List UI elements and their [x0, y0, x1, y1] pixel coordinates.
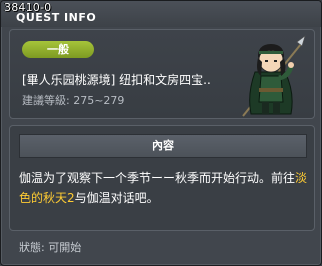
description-text-part2: 与伽温对话吧。 — [74, 191, 159, 205]
quest-info-window: QUEST INFO 38410-0 一般 [畢人乐园桃源境] 纽扣和文房四宝.… — [0, 0, 322, 266]
status-value: 可開始 — [48, 241, 82, 254]
content-header: 內容 — [19, 134, 307, 158]
quest-content-panel: 內容 伽温为了观察下一个季节ーー秋季而开始行动。前往淡色的秋天2与伽温对话吧。 — [9, 125, 315, 231]
npc-portrait-icon — [242, 35, 306, 117]
status-label: 狀態: — [19, 241, 45, 254]
quest-category-badge: 一般 — [22, 41, 94, 58]
quest-name: [畢人乐园桃源境] 纽扣和文房四宝.. — [22, 73, 211, 87]
quest-status: 狀態: 可開始 — [19, 239, 81, 255]
description-text-part1: 伽温为了观察下一个季节ーー秋季而开始行动。前往 — [19, 171, 296, 185]
level-label: 建議等級: — [22, 94, 70, 107]
level-range: 275~279 — [73, 94, 125, 107]
recommended-level: 建議等級: 275~279 — [22, 92, 124, 108]
quest-description: 伽温为了观察下一个季节ーー秋季而开始行动。前往淡色的秋天2与伽温对话吧。 — [19, 168, 309, 208]
quest-summary-panel: 一般 [畢人乐园桃源境] 纽扣和文房四宝.. 建議等級: 275~279 — [9, 29, 315, 119]
quest-id-label: 38410-0 — [4, 1, 52, 14]
